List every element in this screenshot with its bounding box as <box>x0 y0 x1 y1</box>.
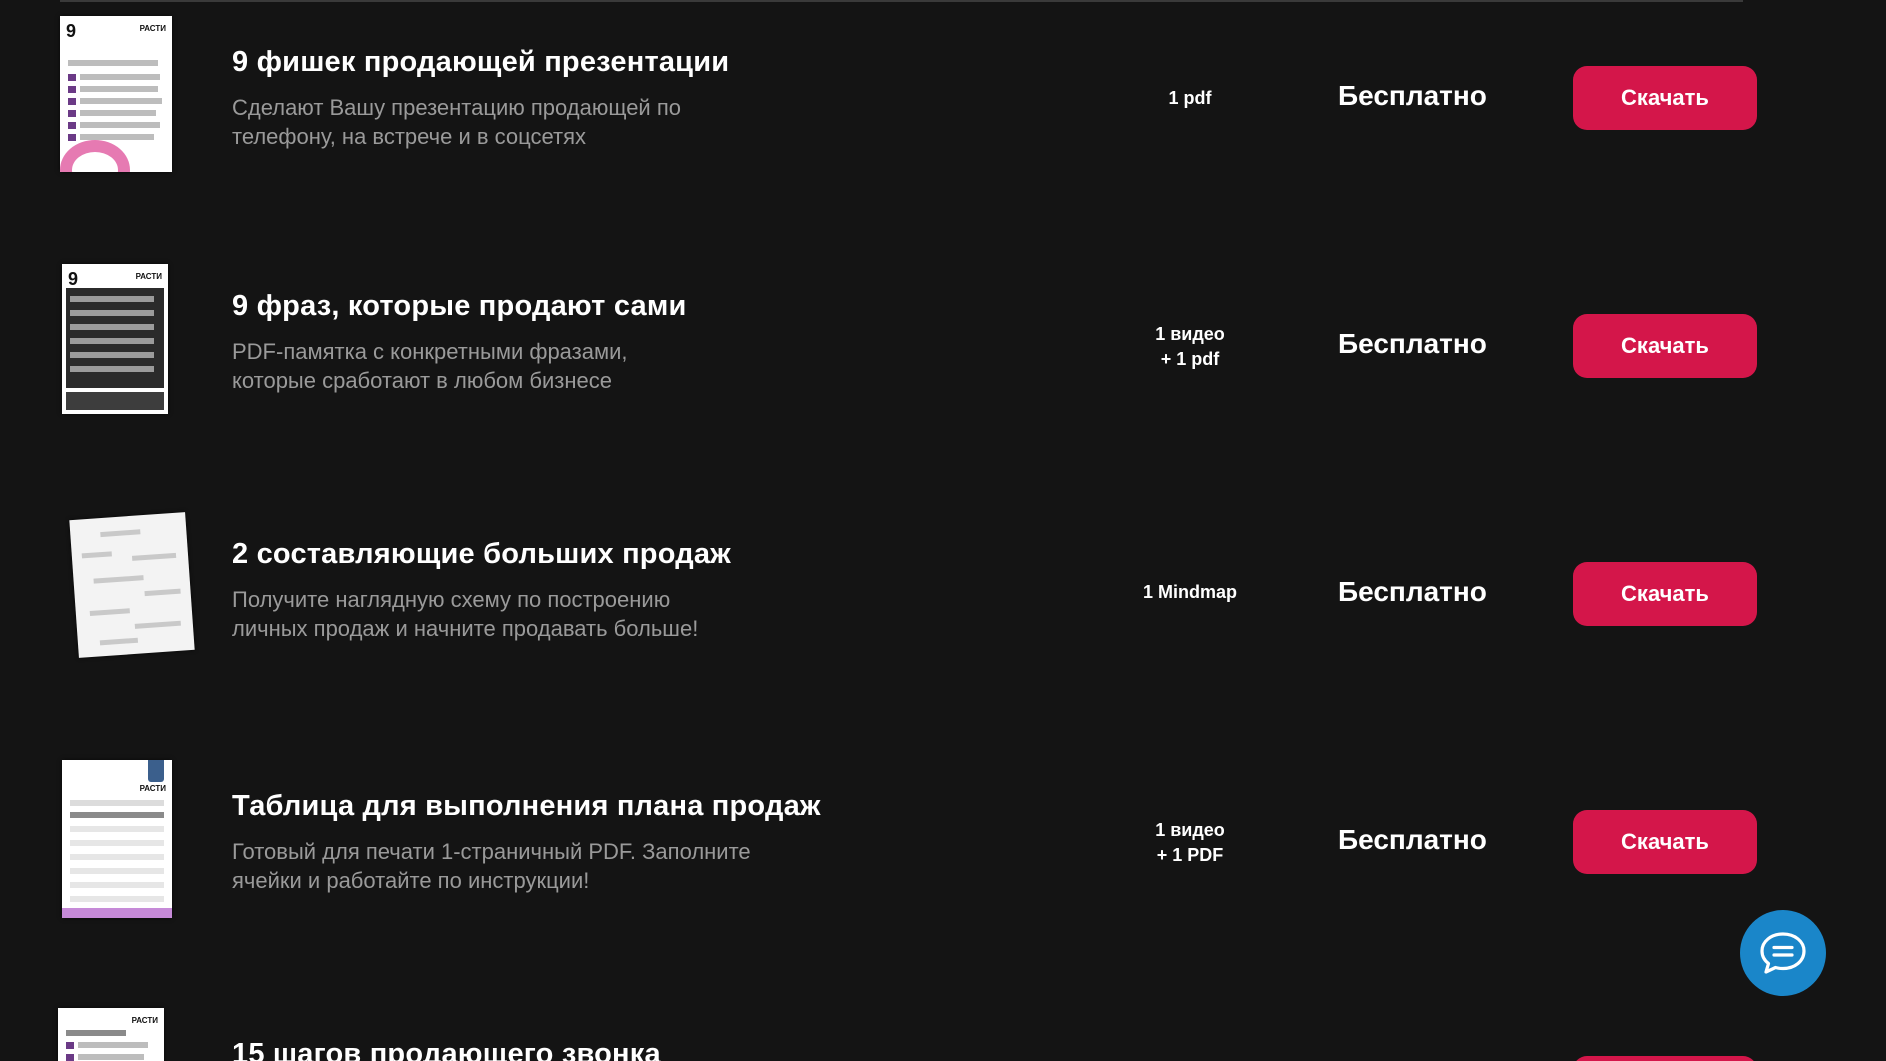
clip-icon <box>148 760 164 782</box>
thumbnail-brand: РАСТИ <box>135 272 162 281</box>
description-line: которые сработают в любом бизнесе <box>232 368 612 393</box>
product-price: Бесплатно <box>1338 576 1487 607</box>
description-line: ячейки и работайте по инструкции! <box>232 868 590 893</box>
download-button[interactable] <box>1573 1056 1757 1061</box>
product-thumbnail[interactable]: РАСТИ <box>62 760 172 918</box>
format-line: + 1 PDF <box>1156 845 1224 865</box>
description-line: личных продаж и начните продавать больше… <box>232 616 699 641</box>
product-row: РАСТИ 15 шагов продающего звонка <box>0 0 1886 1061</box>
format-line: 1 видео <box>1155 820 1225 840</box>
product-thumbnail[interactable]: РАСТИ <box>58 1008 164 1061</box>
product-thumbnail[interactable]: 9 РАСТИ <box>62 264 168 414</box>
product-title: 9 фраз, которые продают сами <box>232 290 687 322</box>
product-price: Бесплатно <box>1338 824 1487 855</box>
product-title: 2 составляющие больших продаж <box>232 538 731 570</box>
download-button[interactable]: Скачать <box>1573 562 1757 626</box>
description-line: Готовый для печати 1-страничный PDF. Зап… <box>232 839 751 864</box>
product-description: Получите наглядную схему по построению л… <box>232 585 852 643</box>
description-line: PDF-памятка с конкретными фразами, <box>232 339 628 364</box>
chat-button[interactable] <box>1740 910 1826 996</box>
description-line: Получите наглядную схему по построению <box>232 587 671 612</box>
product-format: 1 видео + 1 PDF <box>1110 818 1270 868</box>
format-line: 1 видео <box>1155 324 1225 344</box>
download-button[interactable]: Скачать <box>1573 314 1757 378</box>
product-title: 15 шагов продающего звонка <box>232 1038 661 1061</box>
thumbnail-brand: РАСТИ <box>139 784 166 793</box>
product-description: Готовый для печати 1-страничный PDF. Зап… <box>232 837 852 895</box>
thumbnail-brand: РАСТИ <box>131 1016 158 1025</box>
product-format: 1 Mindmap <box>1110 580 1270 605</box>
product-price: Бесплатно <box>1338 328 1487 359</box>
thumbnail-heading: 9 <box>68 269 79 289</box>
product-description: PDF-памятка с конкретными фразами, котор… <box>232 337 852 395</box>
product-format: 1 видео + 1 pdf <box>1110 322 1270 372</box>
download-button[interactable]: Скачать <box>1573 810 1757 874</box>
product-title: Таблица для выполнения плана продаж <box>232 790 821 822</box>
format-line: + 1 pdf <box>1160 349 1220 369</box>
product-thumbnail[interactable] <box>69 512 195 658</box>
chat-bubble-icon <box>1760 932 1806 974</box>
product-list-page: 9 РАСТИ 9 фишек продающей презентации Сд… <box>0 0 1886 1061</box>
format-line: 1 Mindmap <box>1142 582 1237 602</box>
